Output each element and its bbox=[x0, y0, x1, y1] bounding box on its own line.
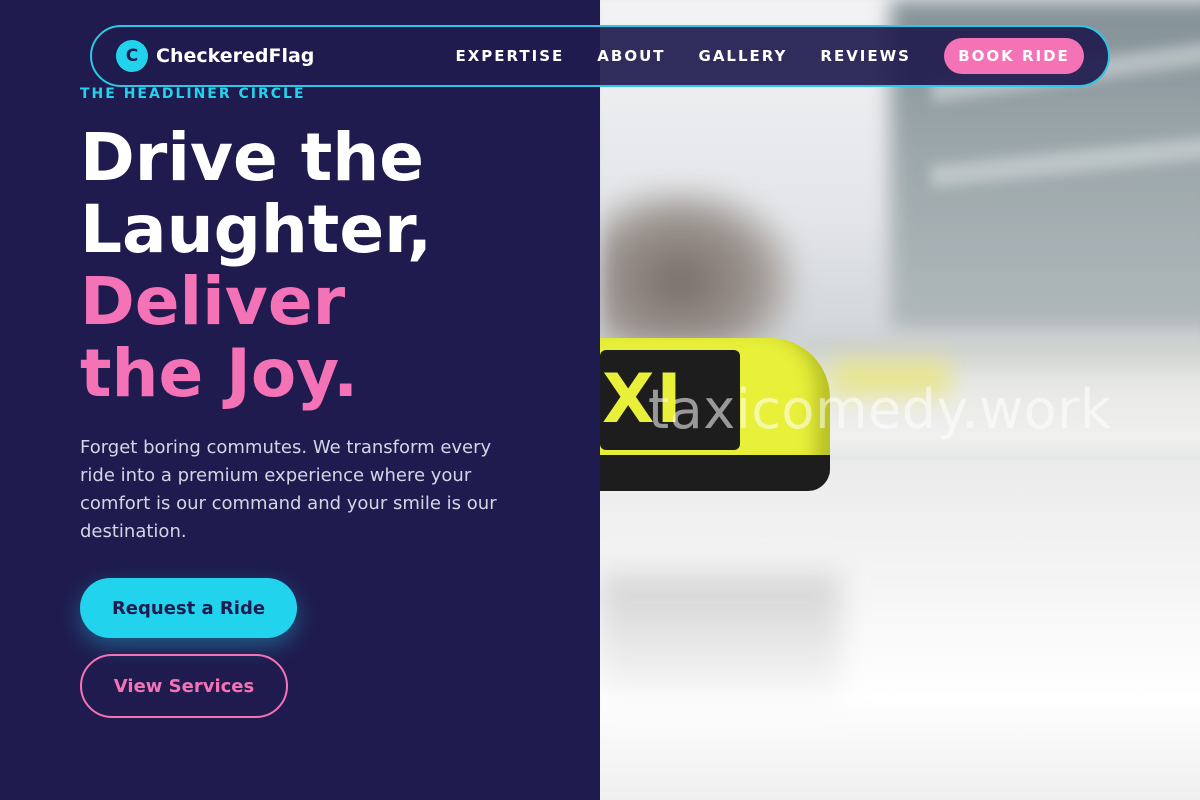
watermark: taxicomedy.work bbox=[648, 378, 1112, 441]
logo-mark-icon: C bbox=[116, 40, 148, 72]
headline-line-accent: Deliver bbox=[80, 263, 346, 340]
book-ride-button[interactable]: BOOK RIDE bbox=[944, 38, 1084, 74]
headline-line-accent: the Joy. bbox=[80, 335, 359, 412]
taxi-sign-base bbox=[600, 455, 830, 491]
hero-eyebrow: THE HEADLINER CIRCLE bbox=[80, 86, 306, 102]
headline-line: Drive the bbox=[80, 119, 425, 196]
hero-description: Forget boring commutes. We transform eve… bbox=[80, 437, 497, 542]
image-trees bbox=[600, 185, 800, 345]
headline-line: Laughter, bbox=[80, 191, 433, 268]
top-nav: C CheckeredFlag EXPERTISE ABOUT GALLERY … bbox=[90, 25, 1110, 87]
request-ride-button[interactable]: Request a Ride bbox=[80, 578, 297, 638]
brand-logo[interactable]: C CheckeredFlag bbox=[116, 40, 314, 72]
brand-name: CheckeredFlag bbox=[156, 45, 315, 67]
view-services-button[interactable]: View Services bbox=[80, 654, 288, 718]
nav-link-about[interactable]: ABOUT bbox=[597, 47, 665, 65]
nav-links: EXPERTISE ABOUT GALLERY REVIEWS BOOK RID… bbox=[456, 38, 1084, 74]
hero-image: XI taxicomedy.work bbox=[600, 0, 1200, 800]
nav-link-expertise[interactable]: EXPERTISE bbox=[456, 47, 565, 65]
hero-headline: Drive the Laughter, Deliver the Joy. bbox=[80, 122, 580, 410]
image-reflection bbox=[600, 575, 840, 705]
nav-link-gallery[interactable]: GALLERY bbox=[699, 47, 788, 65]
nav-link-reviews[interactable]: REVIEWS bbox=[820, 47, 911, 65]
